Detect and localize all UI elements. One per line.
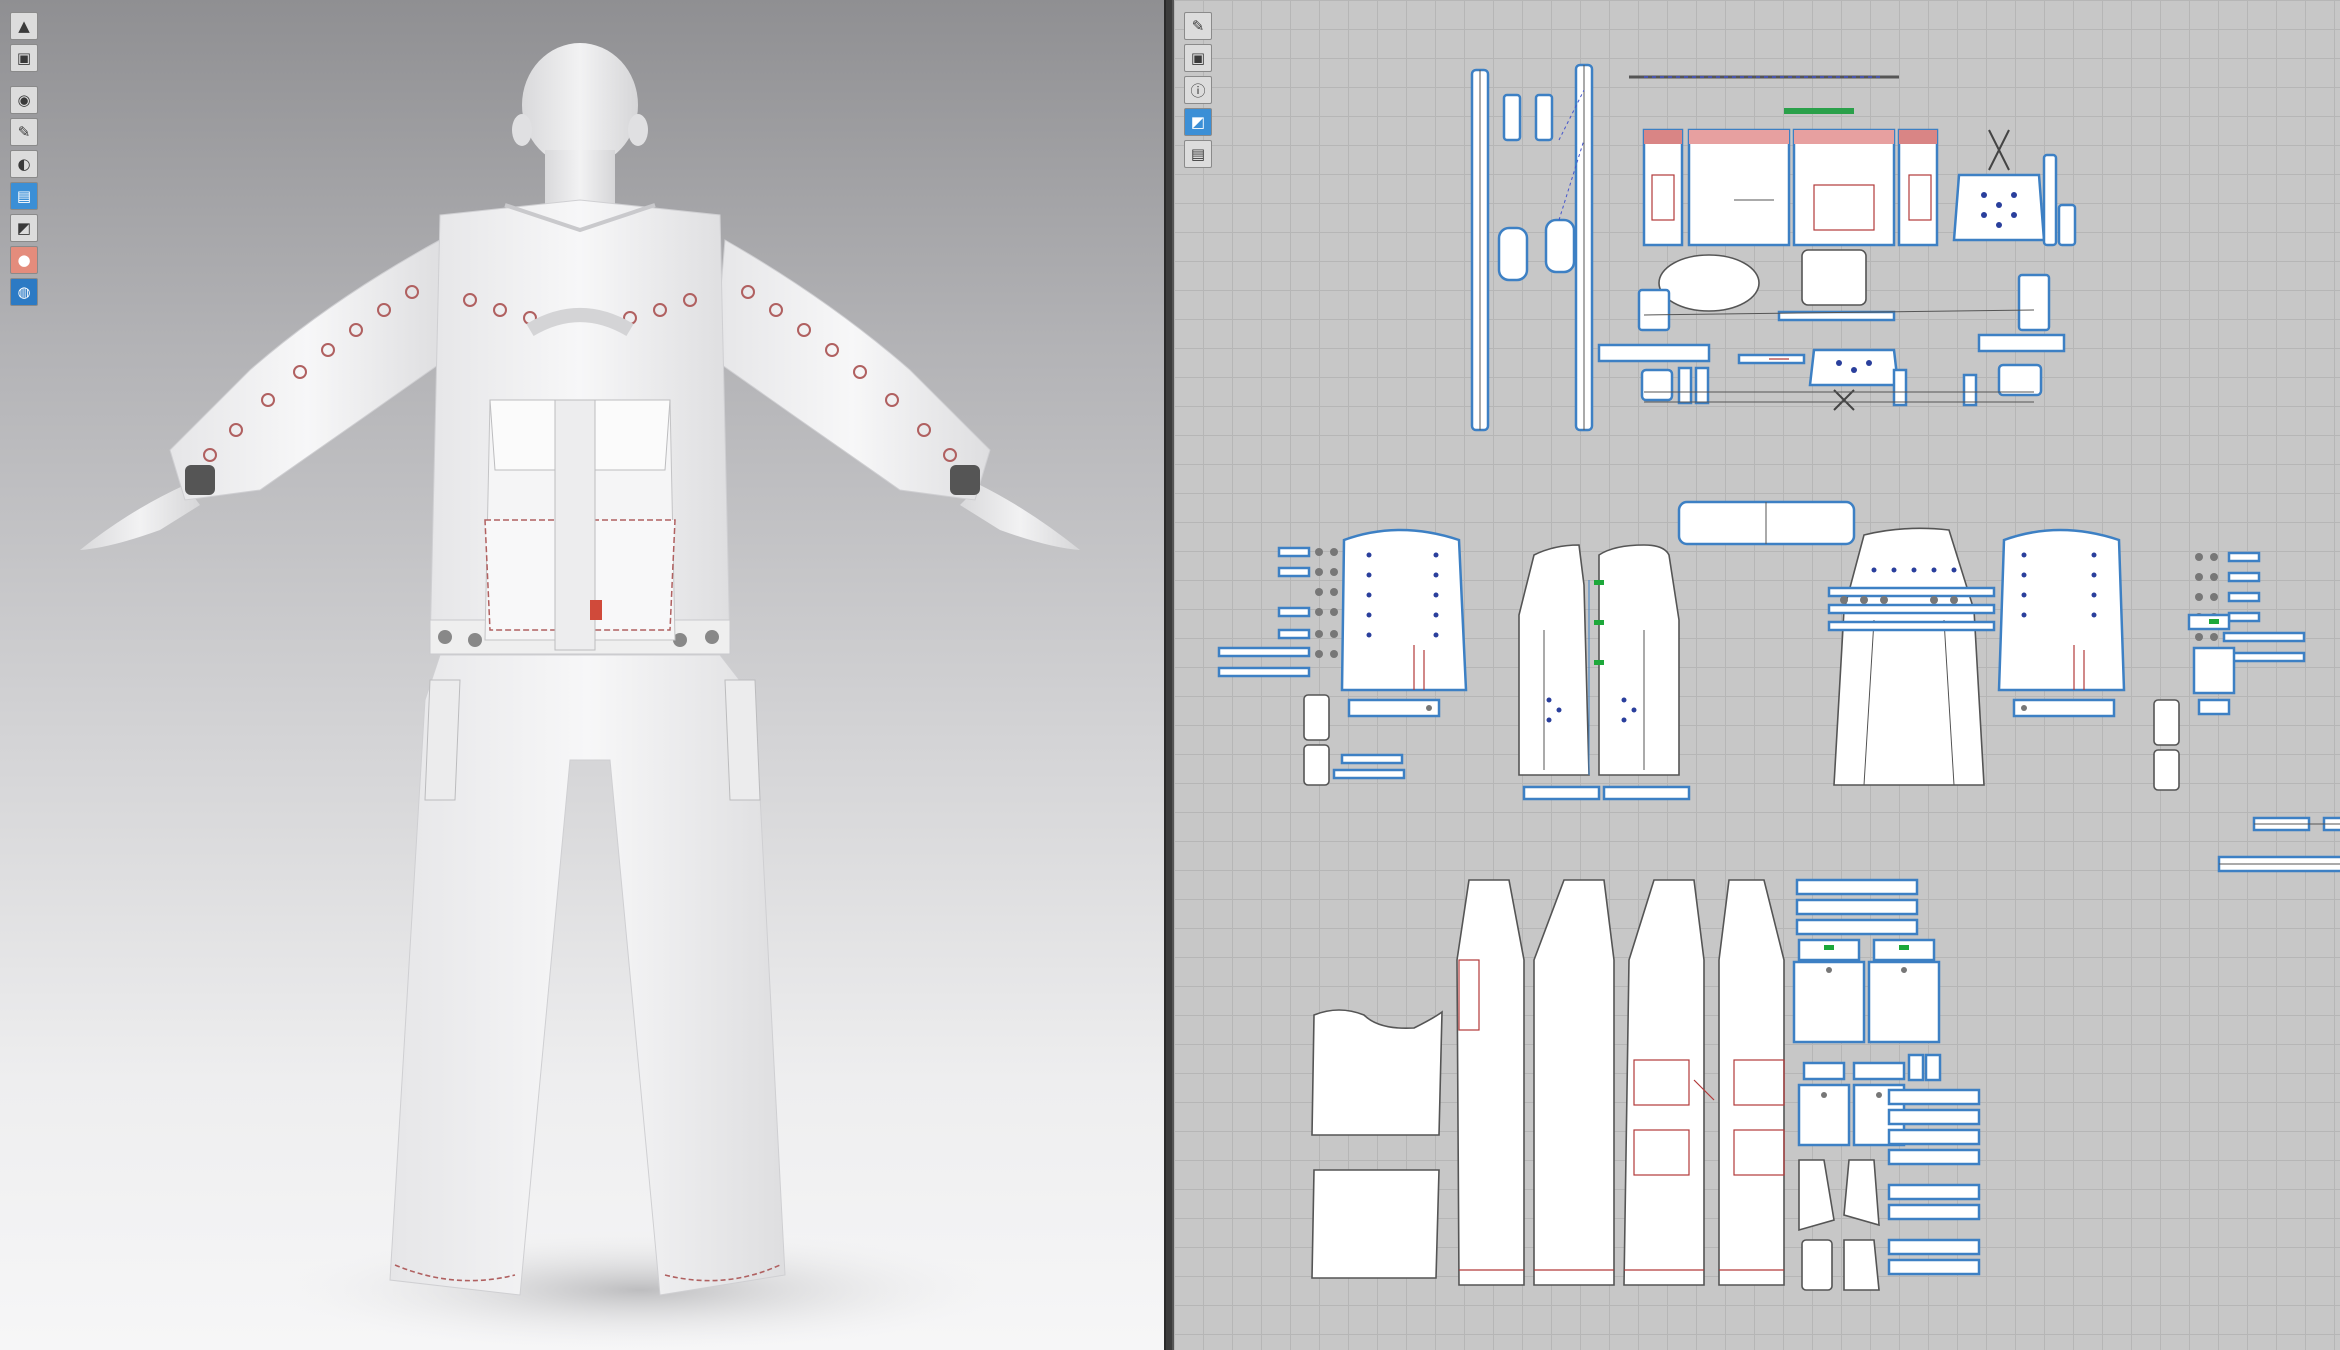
avatar-head [512,43,648,205]
floor-shadow [280,1230,1000,1350]
3d-viewport[interactable]: ▲ ▣ ◉ ✎ ◐ ▤ ◩ ● ◍ [0,0,1166,1350]
jacket-pattern-group[interactable] [1217,500,2340,832]
avatar-3d-render[interactable] [0,0,1164,1350]
cargo-pants [389,654,786,1296]
2d-pattern-viewport[interactable]: ✎ ▣ ⓘ ◩ ▤ [1172,0,2340,1350]
pattern-sheet[interactable] [1174,0,2340,1350]
pants-pattern-group[interactable] [1311,855,2340,1291]
backpack-pattern-group[interactable] [1470,63,2077,432]
